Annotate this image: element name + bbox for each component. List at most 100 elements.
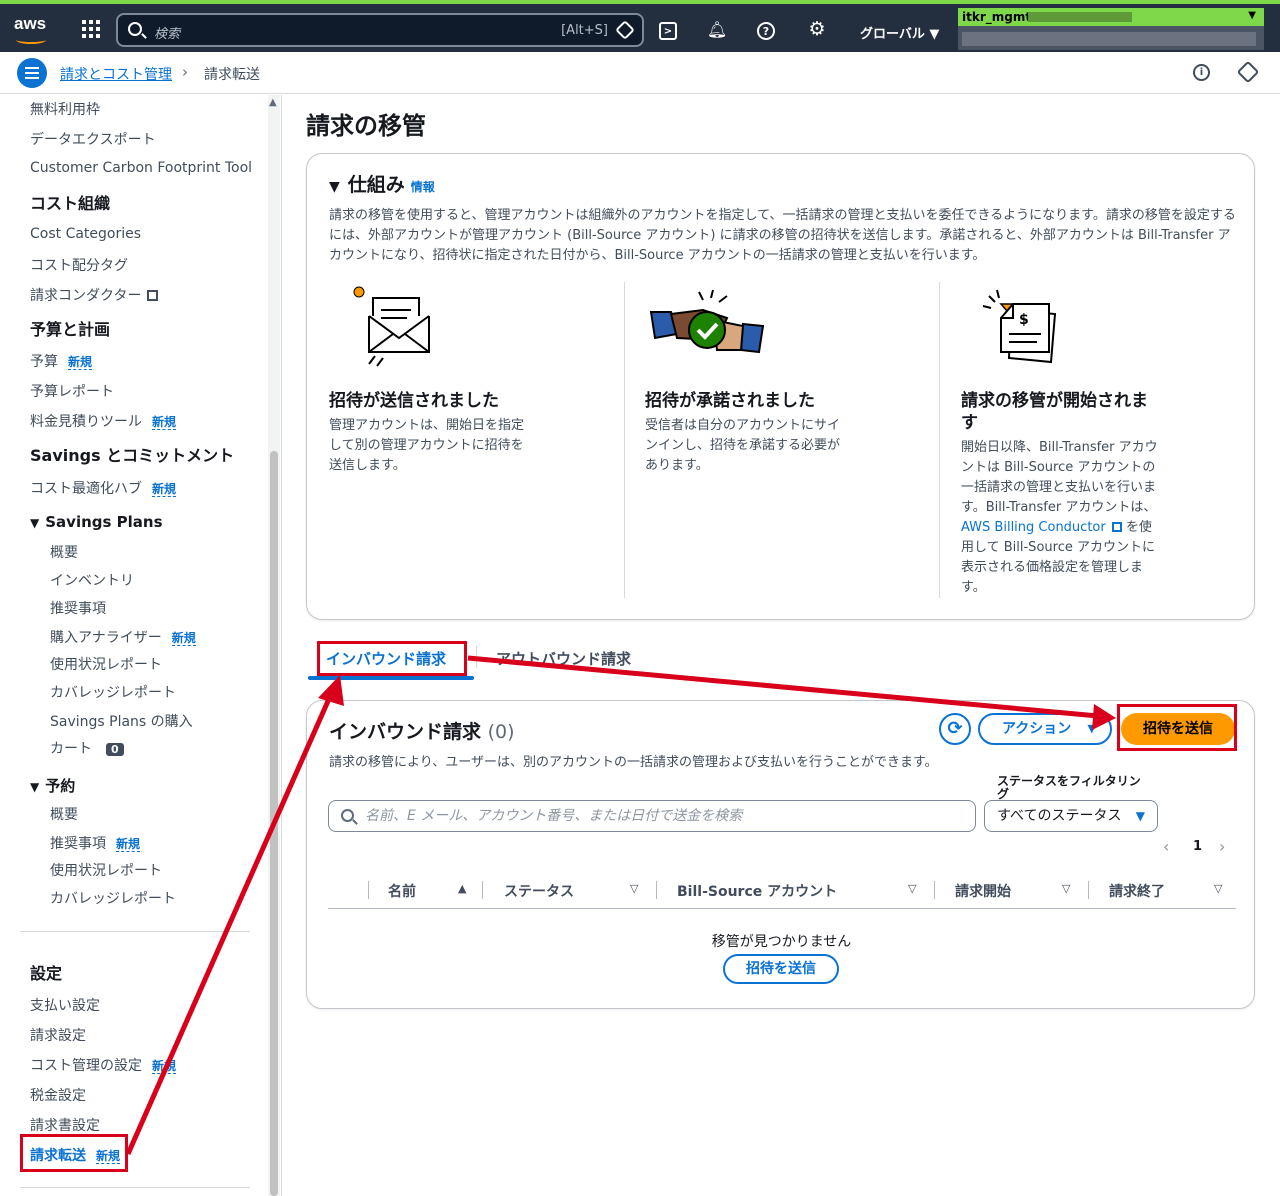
search-shortcut: [Alt+S] (561, 23, 608, 38)
sidebar-item-sp-purchase-analyzer[interactable]: 購入アナライザー 新規 (50, 627, 196, 647)
sort-icon[interactable]: ▽ (908, 882, 916, 895)
column-header-billing-start[interactable]: 請求開始 (955, 881, 1011, 901)
sidebar-item-cost-management-preferences[interactable]: コスト管理の設定 新規 (30, 1055, 177, 1075)
column-separator (934, 881, 935, 899)
column-header-billing-end[interactable]: 請求終了 (1109, 881, 1165, 901)
envelope-icon (353, 286, 430, 367)
sidebar-item-ri-coverage[interactable]: カバレッジレポート (50, 888, 176, 908)
info-icon[interactable]: i (1193, 64, 1210, 81)
account-menu[interactable]: itkr_mgmt ▼ (958, 8, 1264, 50)
sort-icon[interactable]: ▽ (1062, 882, 1070, 895)
sidebar-item-tax-settings[interactable]: 税金設定 (30, 1085, 86, 1105)
transfer-search-field[interactable] (328, 800, 976, 832)
column-header-bill-source[interactable]: Bill-Source アカウント (677, 881, 837, 901)
annotation-box-send-button (1117, 704, 1237, 751)
scroll-up-icon[interactable]: ▲ (269, 97, 277, 108)
sidebar-heading-budget: 予算と計画 (30, 320, 111, 339)
column-separator (656, 881, 657, 899)
sidebar-item-sp-overview[interactable]: 概要 (50, 542, 78, 562)
sidebar-item-sp-purchase[interactable]: Savings Plans の購入 (50, 711, 193, 731)
chevron-left-icon[interactable]: ‹ (1163, 837, 1169, 856)
sidebar-item-billing-conductor[interactable]: 請求コンダクター (30, 285, 159, 305)
sidebar-heading-settings: 設定 (30, 964, 63, 983)
top-navigation-bar: aws 検索 [Alt+S] > 🔔︎ ? ⚙ グローバル ▼ itkr_mgm… (0, 0, 1280, 52)
bell-icon[interactable]: 🔔︎ (706, 18, 728, 40)
help-icon[interactable]: ? (757, 22, 775, 40)
new-badge: 新規 (152, 1059, 177, 1074)
pagination: ‹ 1 › (1163, 837, 1233, 859)
page-number[interactable]: 1 (1193, 839, 1202, 854)
sidebar-group-savings-plans[interactable]: ▼ Savings Plans (30, 513, 163, 531)
table-header: 名前 ▲ ステータス ▽ Bill-Source アカウント ▽ 請求開始 ▽ … (328, 877, 1236, 909)
sidebar-item-cost-categories[interactable]: Cost Categories (30, 226, 141, 242)
redacted-account-id (1028, 12, 1132, 22)
caret-down-icon: ▼ (1135, 809, 1145, 823)
sidebar-item-ri-utilization[interactable]: 使用状況レポート (50, 860, 162, 880)
chevron-right-icon[interactable]: › (1219, 837, 1225, 856)
new-badge: 新規 (152, 482, 177, 497)
column-header-name[interactable]: 名前 (388, 881, 416, 901)
sidebar-item-data-exports[interactable]: データエクスポート (30, 129, 156, 149)
menu-icon[interactable] (17, 58, 47, 88)
sidebar-item-billing-preferences[interactable]: 請求設定 (30, 1025, 86, 1045)
sidebar-item-cost-optimization-hub[interactable]: コスト最適化ハブ 新規 (30, 478, 177, 498)
actions-dropdown[interactable]: アクション ▼ (978, 713, 1112, 745)
amazon-q-icon[interactable] (615, 20, 635, 40)
sidebar-item-sp-inventory[interactable]: インベントリ (50, 570, 134, 590)
status-filter-label: ステータスをフィルタリング (997, 774, 1141, 801)
feedback-icon[interactable] (1236, 60, 1260, 84)
step-text: 開始日以降、Bill-Transfer アカウントは Bill-Source ア… (961, 438, 1161, 598)
info-link[interactable]: 情報 (411, 180, 435, 194)
sidebar-item-ri-overview[interactable]: 概要 (50, 804, 78, 824)
sidebar-item-cost-allocation-tags[interactable]: コスト配分タグ (30, 255, 128, 275)
tab-outbound[interactable]: アウトバウンド請求 (496, 648, 631, 669)
billing-conductor-link[interactable]: AWS Billing Conductor (961, 520, 1106, 535)
how-it-works-title: 仕組み (347, 174, 405, 196)
sidebar-item-carbon-footprint[interactable]: Customer Carbon Footprint Tool (30, 160, 252, 176)
sort-icon[interactable]: ▽ (630, 882, 638, 895)
how-it-works-header[interactable]: ▼ 仕組み 情報 (329, 170, 435, 197)
sidebar-item-ri-recommendations[interactable]: 推奨事項 新規 (50, 833, 141, 853)
new-badge: 新規 (152, 415, 177, 430)
actions-label: アクション (1002, 721, 1072, 737)
sidebar-item-budgets[interactable]: 予算 新規 (30, 351, 93, 371)
global-search-bar[interactable]: 検索 [Alt+S] (116, 13, 644, 47)
sidebar-item-sp-recommendations[interactable]: 推奨事項 (50, 598, 106, 618)
caret-down-icon: ▼ (30, 516, 40, 530)
gear-icon[interactable]: ⚙ (806, 18, 828, 40)
refresh-button[interactable]: ⟳ (939, 713, 971, 745)
sidebar-item-sp-cart[interactable]: カート 0 (50, 738, 124, 758)
global-search-placeholder: 検索 (154, 27, 181, 42)
cloudshell-icon[interactable]: > (659, 22, 677, 40)
sidebar-item-sp-utilization[interactable]: 使用状況レポート (50, 654, 162, 674)
aws-logo[interactable]: aws (14, 14, 46, 44)
account-name: itkr_mgmt (962, 10, 1032, 24)
sidebar-item-label: 推奨事項 (50, 836, 106, 852)
column-separator (368, 881, 369, 899)
column-header-status[interactable]: ステータス (504, 881, 574, 901)
sidebar-item-invoice-settings[interactable]: 請求書設定 (30, 1115, 100, 1135)
annotation-box-inbound-tab (317, 641, 467, 676)
inbound-billing-panel: インバウンド請求 (0) 請求の移管により、ユーザーは、別のアカウントの一括請求… (306, 700, 1255, 1009)
new-badge: 新規 (116, 837, 141, 852)
sidebar-item-label: カート (50, 741, 92, 757)
sort-ascending-icon[interactable]: ▲ (458, 882, 466, 895)
step-transfer-begins: $ 請求の移管が開始されます 開始日以降、Bill-Transfer アカウント… (961, 282, 1241, 600)
sidebar-item-sp-coverage[interactable]: カバレッジレポート (50, 682, 176, 702)
region-selector[interactable]: グローバル ▼ (860, 23, 939, 42)
empty-send-invitation-button[interactable]: 招待を送信 (723, 954, 839, 984)
sidebar-item-budget-reports[interactable]: 予算レポート (30, 381, 114, 401)
sidebar-item-free-tier[interactable]: 無料利用枠 (30, 99, 100, 119)
step-invitation-sent: 招待が送信されました 管理アカウントは、開始日を指定して別の管理アカウントに招待… (329, 282, 609, 600)
grid-icon[interactable] (82, 20, 100, 38)
transfer-search-input[interactable] (365, 805, 965, 827)
sidebar-divider (20, 931, 250, 932)
status-filter-select[interactable]: すべてのステータス ▼ (984, 800, 1158, 832)
sort-icon[interactable]: ▽ (1214, 882, 1222, 895)
sidebar-item-pricing-calculator[interactable]: 料金見積りツール 新規 (30, 411, 177, 431)
sidebar-group-reservations[interactable]: ▼ 予約 (30, 775, 75, 796)
sidebar-scroll-thumb[interactable] (270, 451, 278, 1196)
breadcrumb-billing-link[interactable]: 請求とコスト管理 (60, 64, 172, 84)
sidebar-item-payment-preferences[interactable]: 支払い設定 (30, 995, 100, 1015)
sidebar-divider (20, 1187, 250, 1188)
